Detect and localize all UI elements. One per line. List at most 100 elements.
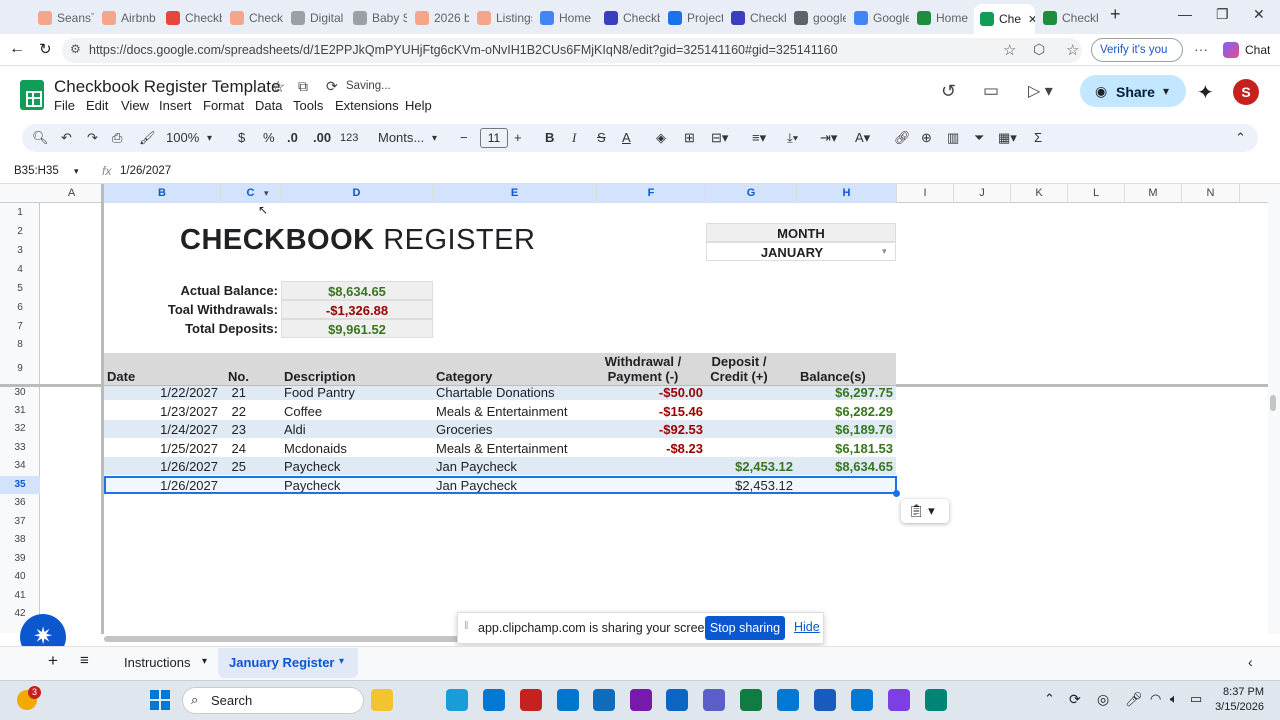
description-cell[interactable]: Paycheck — [284, 459, 340, 474]
description-cell[interactable]: Coffee — [284, 404, 322, 419]
date-cell[interactable]: 1/25/2027 — [104, 441, 218, 456]
word-icon[interactable] — [814, 689, 836, 711]
vertical-align-icon[interactable]: ⤓▾ — [787, 130, 798, 146]
column-menu-icon[interactable]: ▾ — [264, 188, 269, 199]
insert-link-icon[interactable]: 🔗︎ — [894, 130, 911, 146]
text-color-icon[interactable]: A — [622, 130, 631, 145]
balance-cell[interactable]: $6,297.75 — [797, 385, 893, 400]
column-header-j[interactable]: J — [954, 184, 1011, 203]
browser-tab[interactable]: google — [788, 5, 846, 31]
search-menus-icon[interactable]: 🔍︎ — [32, 130, 49, 146]
insert-chart-icon[interactable]: ▥ — [947, 130, 959, 146]
all-sheets-icon[interactable]: ≡ — [80, 652, 89, 669]
browser-tab[interactable]: Checkb — [725, 5, 786, 31]
browser-tab[interactable]: Home — [534, 5, 596, 31]
description-cell[interactable]: Aldi — [284, 422, 306, 437]
row-header-41[interactable]: 41 — [0, 587, 40, 605]
name-box[interactable]: B35:H35 — [14, 165, 59, 177]
hide-link[interactable]: Hide — [794, 620, 820, 634]
version-history-icon[interactable]: ↺ — [941, 81, 956, 102]
row-header-34[interactable]: 34 — [0, 457, 40, 475]
site-info-icon[interactable]: ⚙ — [70, 42, 81, 56]
withdrawal-cell[interactable]: -$50.00 — [597, 385, 703, 400]
new-tab-icon[interactable]: + — [1110, 4, 1121, 25]
sheet-tab-menu-icon[interactable]: ▾ — [202, 656, 207, 667]
linkedin-icon[interactable] — [666, 689, 688, 711]
row-header-8[interactable]: 8 — [0, 336, 40, 353]
browser-tab[interactable]: Home — [911, 5, 972, 31]
decrease-font-icon[interactable]: − — [460, 130, 468, 145]
remote-icon[interactable] — [925, 689, 947, 711]
browser-tab[interactable]: Checkb — [598, 5, 660, 31]
number-cell[interactable]: 25 — [221, 459, 246, 474]
deposit-cell[interactable]: $2,453.12 — [706, 459, 793, 474]
microphone-icon[interactable]: 🎤︎ — [1125, 691, 1143, 708]
paste-options-button[interactable]: 📋︎ ▾ — [901, 499, 949, 523]
vertical-scroll-thumb[interactable] — [1270, 395, 1276, 411]
zoom-dropdown-icon[interactable]: ▾ — [207, 133, 212, 144]
taskbar-search[interactable] — [182, 687, 364, 714]
move-folder-icon[interactable]: ⧉ — [298, 78, 308, 95]
row-header-31[interactable]: 31 — [0, 402, 40, 420]
column-header-h[interactable]: H — [797, 184, 897, 203]
row-header-4[interactable]: 4 — [0, 260, 40, 279]
browser-tab[interactable]: Checkb — [224, 5, 283, 31]
browser-tab[interactable]: Listings — [471, 5, 532, 31]
font-size-input[interactable]: 11 — [480, 128, 508, 148]
browser-tab[interactable]: SeansTe — [32, 5, 94, 31]
bookmark-star-icon[interactable]: ☆ — [1003, 41, 1016, 59]
menu-insert[interactable]: Insert — [159, 98, 192, 113]
column-header-a[interactable]: A — [40, 184, 104, 203]
category-cell[interactable]: Groceries — [436, 422, 492, 437]
excel-icon[interactable] — [740, 689, 762, 711]
row-header-39[interactable]: 39 — [0, 550, 40, 568]
horizontal-align-icon[interactable]: ≡▾ — [752, 130, 766, 146]
menu-extensions[interactable]: Extensions — [335, 98, 399, 113]
number-cell[interactable]: 21 — [221, 385, 246, 400]
tray-overflow-icon[interactable]: ⌃ — [1044, 691, 1055, 707]
strikethrough-icon[interactable]: S — [597, 130, 606, 145]
merge-cells-icon[interactable]: ⊟▾ — [711, 130, 728, 146]
star-icon[interactable]: ☆ — [271, 77, 285, 97]
clock-date[interactable]: 3/15/2026 — [1212, 701, 1264, 713]
store-icon[interactable] — [483, 689, 505, 711]
formula-input[interactable]: 1/26/2027 — [120, 165, 171, 177]
column-header-c[interactable]: C — [221, 184, 281, 203]
back-icon[interactable]: ← — [9, 40, 25, 58]
borders-icon[interactable]: ⊞ — [684, 130, 695, 146]
add-sheet-icon[interactable]: + — [48, 651, 58, 671]
decrease-decimal-button[interactable]: .0 — [287, 130, 298, 145]
row-header-32[interactable]: 32 — [0, 420, 40, 438]
date-cell[interactable]: 1/26/2027 — [104, 459, 218, 474]
side-panel-toggle-icon[interactable]: ‹ — [1248, 654, 1253, 670]
row-header-37[interactable]: 37 — [0, 513, 40, 531]
menu-tools[interactable]: Tools — [293, 98, 323, 113]
comments-icon[interactable]: ▭ — [983, 81, 999, 101]
teams-icon[interactable] — [703, 689, 725, 711]
row-header-35[interactable]: 35 — [0, 476, 40, 494]
category-cell[interactable]: Meals & Entertainment — [436, 404, 568, 419]
redo-icon[interactable]: ↷ — [87, 130, 98, 146]
number-cell[interactable]: 24 — [221, 441, 246, 456]
favorites-icon[interactable]: ☆ — [1066, 41, 1079, 59]
font-select[interactable]: Monts... — [378, 130, 424, 145]
browser-tab[interactable]: Airbnb — [96, 5, 158, 31]
row-header-1[interactable]: 1 — [0, 204, 40, 222]
column-header-d[interactable]: D — [281, 184, 433, 203]
browser-tab[interactable]: Projects — [662, 5, 723, 31]
column-header-n[interactable]: N — [1182, 184, 1240, 203]
row-header-33[interactable]: 33 — [0, 439, 40, 457]
category-cell[interactable]: Jan Paycheck — [436, 459, 517, 474]
increase-decimal-button[interactable]: .00 — [313, 130, 331, 145]
column-header-i[interactable]: I — [897, 184, 954, 203]
row-header-6[interactable]: 6 — [0, 298, 40, 317]
browser-tab[interactable]: Che ✕ — [974, 4, 1035, 34]
browser-tab[interactable]: Google — [848, 5, 909, 31]
file-explorer-icon[interactable] — [371, 689, 393, 711]
column-header-e[interactable]: E — [433, 184, 597, 203]
document-title[interactable]: Checkbook Register Template — [54, 77, 280, 97]
menu-edit[interactable]: Edit — [86, 98, 108, 113]
menu-view[interactable]: View — [121, 98, 149, 113]
onenote-icon[interactable] — [630, 689, 652, 711]
column-header-l[interactable]: L — [1068, 184, 1125, 203]
